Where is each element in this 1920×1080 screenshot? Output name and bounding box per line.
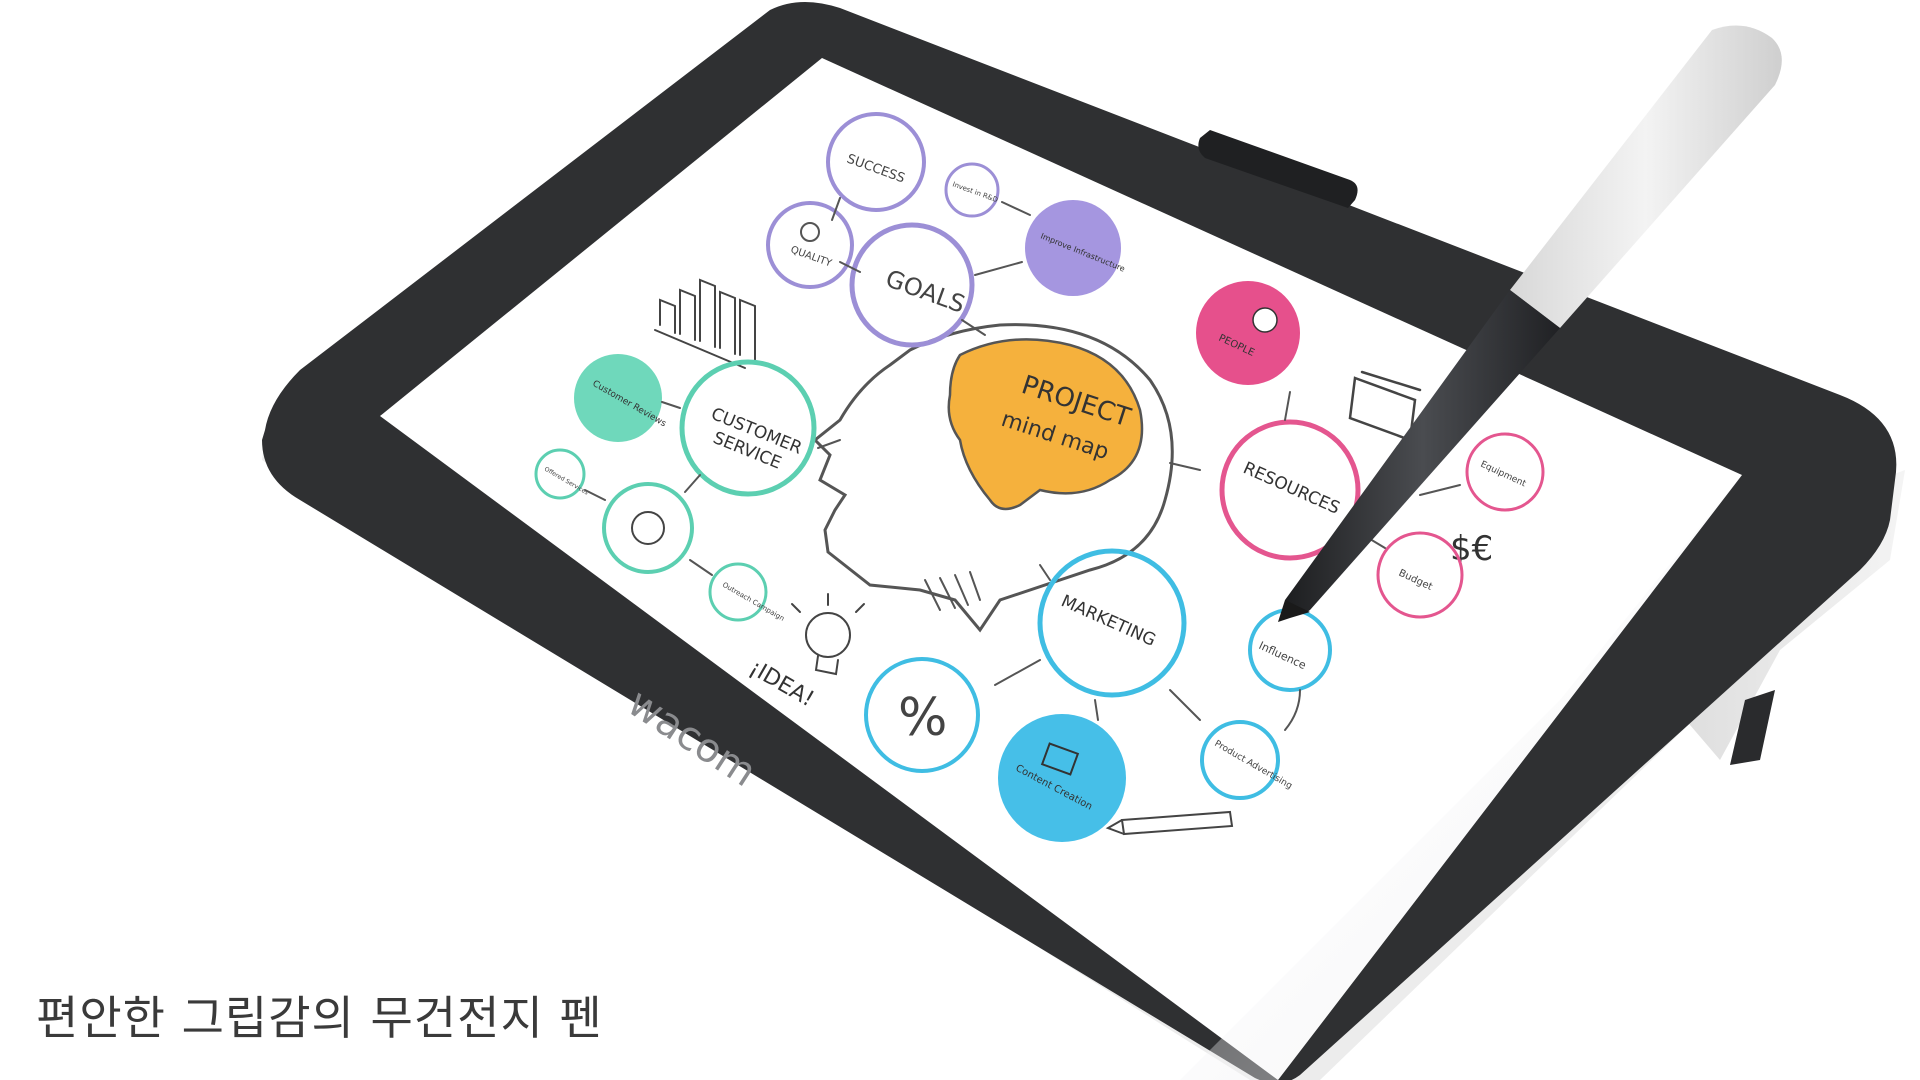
pen-grip [1510,25,1782,328]
node-content-creation [998,714,1126,842]
caption: 편안한 그립감의 무건전지 펜 [36,991,603,1045]
money-symbols: $€ [1450,529,1493,569]
node-people [1196,281,1300,385]
product-illustration: wacom PROJECT mind map SUCCESS Invest in… [262,1,1905,1080]
pie-icon [1252,307,1278,333]
node-percent-label: % [898,688,947,748]
